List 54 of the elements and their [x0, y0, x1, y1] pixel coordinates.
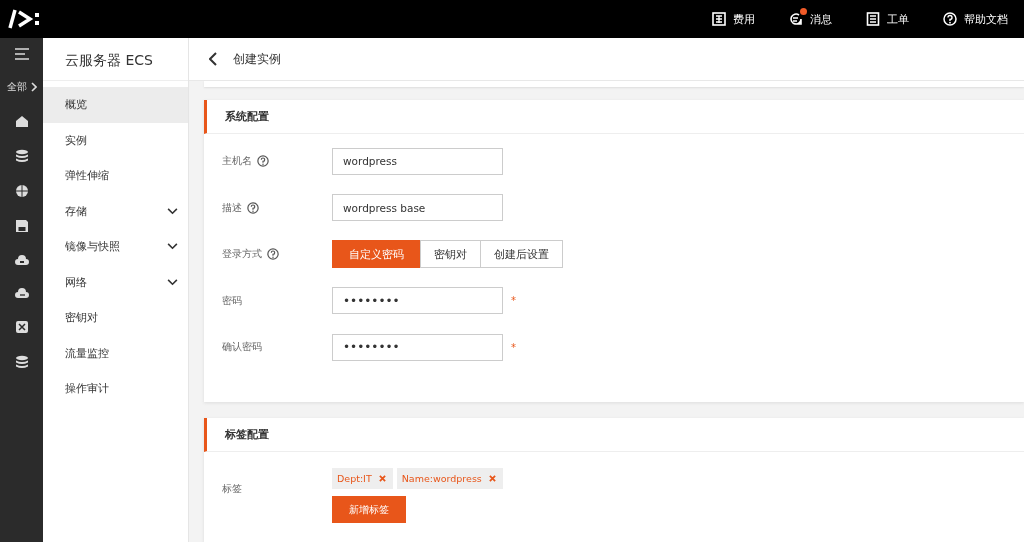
field-label: 主机名: [222, 154, 252, 169]
field-label: 确认密码: [222, 340, 262, 355]
remove-icon[interactable]: [378, 475, 386, 482]
page-title: 创建实例: [233, 50, 281, 68]
sidebar-item[interactable]: 网络: [43, 264, 188, 300]
help-icon: [943, 12, 957, 26]
segment-button[interactable]: 自定义密码: [332, 240, 421, 269]
back-icon[interactable]: [209, 52, 217, 66]
add-tag-button[interactable]: 新增标签: [332, 496, 406, 523]
sidebar-item[interactable]: 镜像与快照: [43, 229, 188, 265]
sidebar-item[interactable]: 存储: [43, 193, 188, 229]
field-label: 密码: [222, 293, 242, 308]
database-icon[interactable]: [14, 149, 29, 163]
remove-icon[interactable]: [488, 475, 496, 482]
sidebar-item[interactable]: 实例: [43, 122, 188, 158]
sidebar-item[interactable]: 流量监控: [43, 335, 188, 371]
help-icon[interactable]: [247, 201, 259, 214]
logo-icon: [8, 9, 42, 29]
text-field[interactable]: wordpress base: [332, 194, 503, 222]
message-icon: [789, 12, 803, 26]
sidebar-item[interactable]: 密钥对: [43, 300, 188, 336]
top-link[interactable]: 消息: [789, 11, 832, 27]
top-link[interactable]: 帮助文档: [943, 11, 1008, 27]
segment-button[interactable]: 创建后设置: [480, 240, 563, 269]
section-title: 系统配置: [225, 109, 269, 124]
section-title: 标签配置: [225, 427, 269, 442]
menu-icon[interactable]: [14, 48, 29, 60]
field-label: 描述: [222, 200, 242, 215]
tag-label: Name:wordpress: [401, 473, 482, 484]
required-mark: *: [511, 341, 516, 353]
help-icon[interactable]: [257, 155, 269, 168]
top-link[interactable]: 工单: [866, 11, 909, 27]
sidebar-item[interactable]: 概览: [43, 87, 188, 123]
document-icon: [866, 12, 880, 26]
top-link[interactable]: 费用: [712, 11, 755, 27]
tag-label: Dept:IT: [337, 473, 372, 484]
home-icon[interactable]: [14, 114, 29, 128]
globe-icon[interactable]: [14, 184, 29, 198]
required-mark: *: [511, 295, 516, 307]
cloud-icon[interactable]: [14, 254, 29, 266]
all-products-link[interactable]: 全部: [6, 80, 37, 94]
segment-button[interactable]: 密钥对: [420, 240, 481, 269]
chevron-icon: [30, 82, 37, 92]
password-field[interactable]: ••••••••: [332, 287, 503, 315]
text-field[interactable]: wordpress: [332, 147, 503, 175]
bill-icon: [712, 12, 726, 26]
storage-icon[interactable]: [14, 355, 29, 369]
help-icon[interactable]: [267, 248, 279, 261]
password-field[interactable]: ••••••••: [332, 333, 503, 361]
field-label: 标签: [222, 482, 243, 496]
sidebar-title: 云服务器 ECS: [43, 38, 188, 81]
sidebar-item[interactable]: 操作审计: [43, 371, 188, 407]
sidebar-item[interactable]: 弹性伸缩: [43, 158, 188, 194]
field-label: 登录方式: [222, 247, 262, 262]
